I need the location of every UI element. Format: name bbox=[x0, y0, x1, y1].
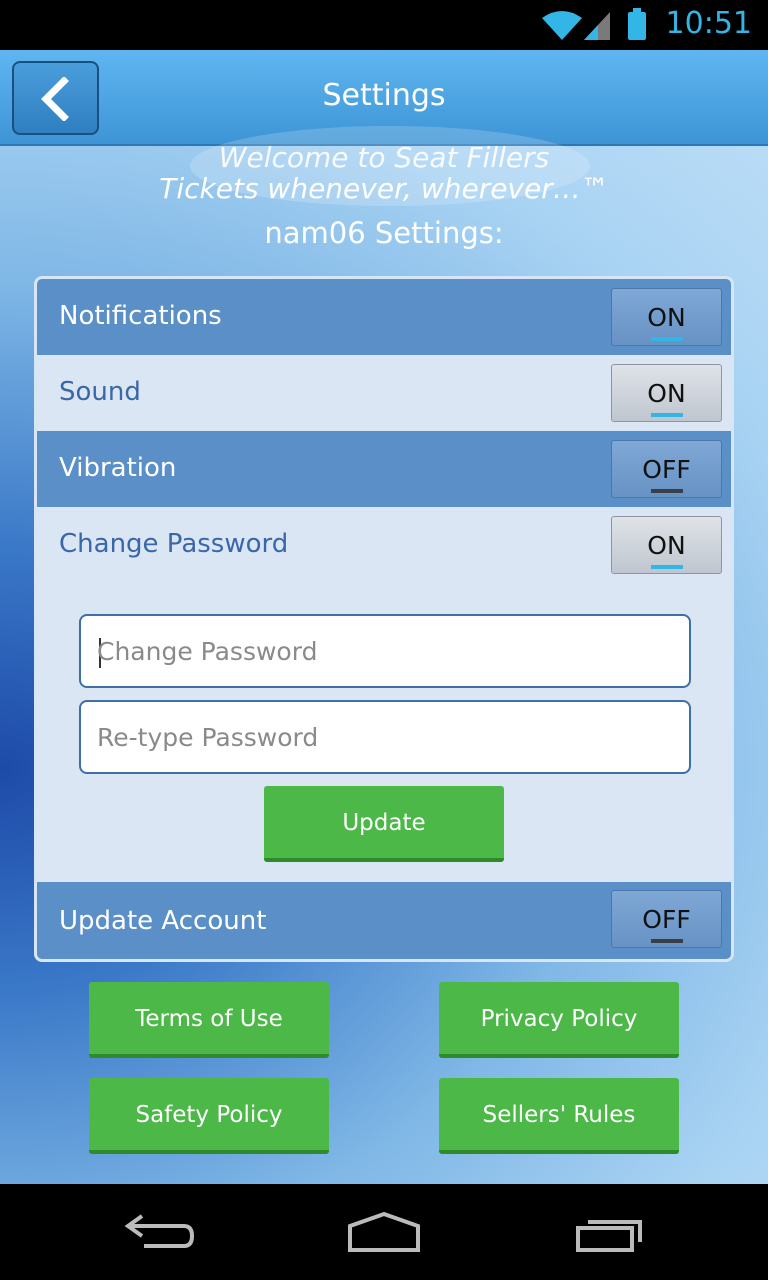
setting-row-notifications: Notifications ON bbox=[37, 279, 731, 355]
safety-policy-button[interactable]: Safety Policy bbox=[89, 1078, 329, 1154]
toggle-indicator bbox=[651, 489, 683, 493]
tagline-text: Tickets whenever, wherever…™ bbox=[159, 172, 609, 205]
main-content: Welcome to Seat Fillers Tickets whenever… bbox=[0, 126, 768, 1184]
change-password-toggle[interactable]: ON bbox=[611, 516, 722, 574]
setting-row-sound: Sound ON bbox=[37, 355, 731, 431]
sound-toggle[interactable]: ON bbox=[611, 364, 722, 422]
setting-label: Change Password bbox=[59, 529, 289, 559]
toggle-state: OFF bbox=[642, 905, 691, 934]
home-icon[interactable] bbox=[346, 1212, 422, 1254]
recents-icon[interactable] bbox=[574, 1214, 646, 1254]
toggle-state: ON bbox=[647, 531, 686, 560]
wifi-icon bbox=[542, 11, 582, 40]
user-settings-heading: nam06 Settings: bbox=[264, 216, 504, 250]
setting-row-change-password: Change Password ON bbox=[37, 507, 731, 583]
notifications-toggle[interactable]: ON bbox=[611, 288, 722, 346]
terms-of-use-button[interactable]: Terms of Use bbox=[89, 982, 329, 1058]
system-nav-bar bbox=[0, 1184, 768, 1280]
retype-password-input[interactable] bbox=[97, 702, 677, 772]
setting-row-update-account: Update Account OFF bbox=[37, 882, 731, 959]
back-icon[interactable] bbox=[124, 1214, 196, 1254]
update-account-toggle[interactable]: OFF bbox=[611, 890, 722, 948]
toggle-indicator bbox=[651, 939, 683, 943]
new-password-field[interactable] bbox=[79, 614, 691, 688]
toggle-indicator bbox=[651, 565, 683, 569]
setting-label: Sound bbox=[59, 377, 141, 407]
vibration-toggle[interactable]: OFF bbox=[611, 440, 722, 498]
setting-label: Update Account bbox=[59, 906, 267, 936]
toggle-state: OFF bbox=[642, 455, 691, 484]
update-password-button[interactable]: Update bbox=[264, 786, 504, 862]
retype-password-field[interactable] bbox=[79, 700, 691, 774]
setting-label: Vibration bbox=[59, 453, 177, 483]
setting-label: Notifications bbox=[59, 301, 222, 331]
sellers-rules-button[interactable]: Sellers' Rules bbox=[439, 1078, 679, 1154]
toggle-indicator bbox=[651, 413, 683, 417]
status-clock: 10:51 bbox=[665, 6, 752, 41]
status-icons bbox=[540, 8, 650, 42]
battery-icon bbox=[628, 8, 646, 40]
signal-icon bbox=[584, 12, 610, 40]
toggle-state: ON bbox=[647, 379, 686, 408]
toggle-state: ON bbox=[647, 303, 686, 332]
settings-panel: Notifications ON Sound ON Vibration OFF … bbox=[34, 276, 734, 962]
privacy-policy-button[interactable]: Privacy Policy bbox=[439, 982, 679, 1058]
page-title: Settings bbox=[322, 78, 446, 113]
setting-row-vibration: Vibration OFF bbox=[37, 431, 731, 507]
new-password-input[interactable] bbox=[97, 616, 677, 686]
toggle-indicator bbox=[651, 337, 683, 341]
welcome-text: Welcome to Seat Fillers bbox=[218, 141, 550, 174]
status-bar: 10:51 bbox=[0, 0, 768, 50]
